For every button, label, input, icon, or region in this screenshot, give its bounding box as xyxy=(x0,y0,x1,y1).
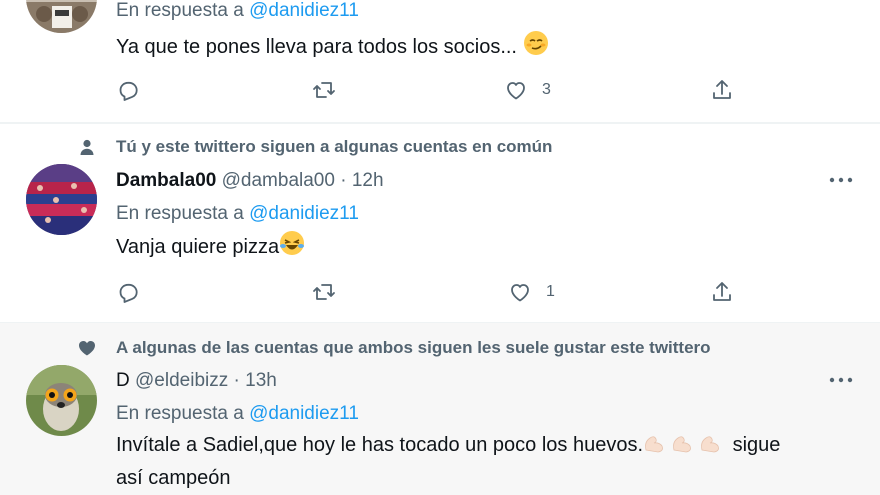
retweet-icon xyxy=(313,82,335,98)
more-options-icon[interactable] xyxy=(828,375,854,385)
avatar[interactable] xyxy=(26,0,97,33)
like-button[interactable]: 1 xyxy=(508,278,555,306)
action-bar: 1 xyxy=(116,278,756,306)
handle[interactable]: @eldeibizz xyxy=(135,370,228,391)
like-count: 3 xyxy=(542,81,551,98)
retweet-button[interactable] xyxy=(312,76,336,104)
avatar[interactable] xyxy=(26,365,97,436)
reply-prefix: En respuesta a xyxy=(116,0,244,21)
timestamp[interactable]: 13h xyxy=(245,370,277,391)
heart-outline-icon xyxy=(511,284,529,302)
social-context-text: Tú y este twittero siguen a algunas cuen… xyxy=(116,137,553,156)
retweet-icon xyxy=(313,284,335,300)
avatar[interactable] xyxy=(26,164,97,235)
flexed-biceps-emoji xyxy=(643,430,727,463)
tweet-3[interactable]: A algunas de las cuentas que ambos sigue… xyxy=(0,323,880,495)
social-context-text: A algunas de las cuentas que ambos sigue… xyxy=(116,338,711,357)
more-options-icon[interactable] xyxy=(828,175,854,185)
tweet-text: Vanja quiere pizza xyxy=(116,230,305,265)
retweet-button[interactable] xyxy=(312,278,336,306)
share-button[interactable] xyxy=(710,278,734,306)
mention-link[interactable]: @danidiez11 xyxy=(249,403,359,424)
social-context: Tú y este twittero siguen a algunas cuen… xyxy=(0,136,880,158)
tweet-2[interactable]: Tú y este twittero siguen a algunas cuen… xyxy=(0,123,880,323)
smirk-emoji xyxy=(523,30,549,65)
share-icon xyxy=(713,80,731,99)
reply-button[interactable] xyxy=(116,278,140,306)
tweet-header: D @eldeibizz · 13h xyxy=(116,370,277,392)
display-name[interactable]: D xyxy=(116,370,130,391)
reply-prefix: En respuesta a xyxy=(116,403,244,424)
tweet-text-content: sigue xyxy=(732,434,781,456)
tweet-text: Invítale a Sadiel,que hoy le has tocado … xyxy=(116,430,856,493)
heart-icon xyxy=(78,340,96,356)
reply-icon xyxy=(119,283,138,303)
like-button[interactable]: 3 xyxy=(504,76,551,104)
person-icon xyxy=(78,139,96,155)
reply-context: En respuesta a @danidiez11 xyxy=(116,0,359,22)
share-icon xyxy=(713,282,731,301)
reply-prefix: En respuesta a xyxy=(116,203,244,224)
separator: · xyxy=(340,170,347,191)
display-name[interactable]: Dambala00 xyxy=(116,170,216,191)
share-button[interactable] xyxy=(710,76,734,104)
action-bar: 3 xyxy=(116,76,756,104)
reply-context: En respuesta a @danidiez11 xyxy=(116,403,359,425)
tweet-text-content: Invítale a Sadiel,que hoy le has tocado … xyxy=(116,434,644,456)
like-count: 1 xyxy=(546,283,555,300)
reply-context: En respuesta a @danidiez11 xyxy=(116,203,359,225)
laughing-tears-emoji xyxy=(279,230,305,265)
separator: · xyxy=(233,370,240,391)
timestamp[interactable]: 12h xyxy=(352,170,384,191)
tweet-text-content: Vanja quiere pizza xyxy=(116,236,280,258)
heart-outline-icon xyxy=(507,82,525,100)
tweet-1[interactable]: En respuesta a @danidiez11 Ya que te pon… xyxy=(0,0,880,123)
tweet-text-content: así campeón xyxy=(116,467,231,489)
tweet-header: Dambala00 @dambala00 · 12h xyxy=(116,170,384,192)
tweet-text-content: Ya que te pones lleva para todos los soc… xyxy=(116,36,517,58)
handle[interactable]: @dambala00 xyxy=(222,170,335,191)
mention-link[interactable]: @danidiez11 xyxy=(249,203,359,224)
reply-icon xyxy=(119,81,138,101)
reply-button[interactable] xyxy=(116,76,140,104)
tweet-text: Ya que te pones lleva para todos los soc… xyxy=(116,30,549,65)
mention-link[interactable]: @danidiez11 xyxy=(249,0,359,21)
social-context: A algunas de las cuentas que ambos sigue… xyxy=(0,337,880,359)
